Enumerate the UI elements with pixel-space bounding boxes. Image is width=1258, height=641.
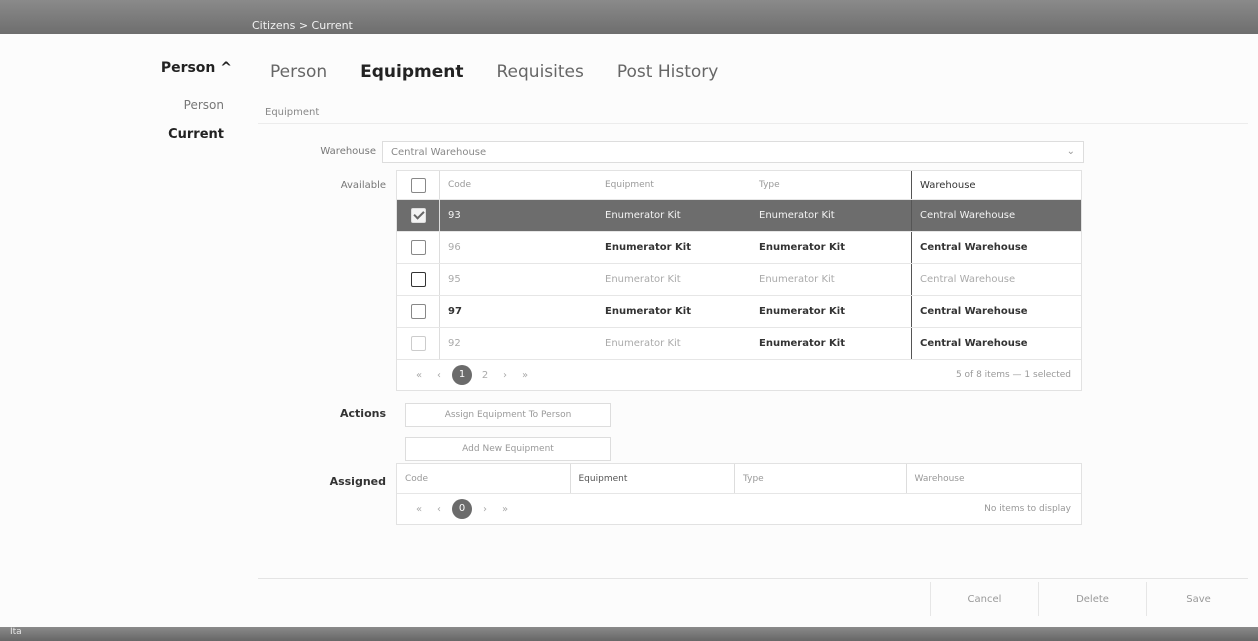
top-bar: Citizens > Current	[0, 0, 1258, 34]
cell-equipment: Enumerator Kit	[605, 242, 691, 253]
nav-item-current[interactable]: Current	[168, 127, 224, 142]
pager-next-button[interactable]: ›	[475, 504, 495, 515]
divider	[258, 123, 1248, 124]
column-header-equipment[interactable]: Equipment	[597, 171, 751, 199]
cell-warehouse: Central Warehouse	[911, 328, 1081, 359]
column-header-equipment[interactable]: Equipment	[569, 464, 735, 493]
row-checkbox[interactable]	[410, 208, 426, 223]
select-all-checkbox[interactable]	[410, 177, 426, 193]
row-checkbox-cell	[397, 240, 439, 255]
table-row[interactable]: 93 Enumerator Kit Enumerator Kit Central…	[397, 200, 1081, 232]
table-header: Code Equipment Type Warehouse	[397, 171, 1081, 200]
table-row[interactable]: 96 Enumerator Kit Enumerator Kit Central…	[397, 232, 1081, 264]
column-header-warehouse[interactable]: Warehouse	[911, 171, 1081, 199]
assigned-label: Assigned	[329, 475, 386, 488]
pager-page-2[interactable]: 2	[475, 370, 495, 381]
warehouse-label: Warehouse	[320, 146, 376, 157]
cell-equipment: Enumerator Kit	[605, 306, 691, 317]
pager-current-page[interactable]: 1	[452, 365, 472, 385]
cell-warehouse: Central Warehouse	[911, 264, 1081, 295]
add-equipment-button[interactable]: Add New Equipment	[405, 437, 611, 461]
column-header-type[interactable]: Type	[734, 464, 906, 493]
nav-section-person[interactable]: Person ^	[161, 60, 232, 76]
available-pager: « ‹ 1 2 › » 5 of 8 items — 1 selected	[397, 360, 1081, 390]
pager-info: No items to display	[984, 504, 1071, 514]
pager-info: 5 of 8 items — 1 selected	[955, 370, 1071, 380]
cell-code: 96	[439, 232, 597, 263]
cell-code: 92	[439, 328, 597, 359]
row-checkbox[interactable]	[410, 304, 426, 319]
table-row[interactable]: 95 Enumerator Kit Enumerator Kit Central…	[397, 264, 1081, 296]
breadcrumb[interactable]: Citizens > Current	[252, 19, 353, 32]
cell-type: Enumerator Kit	[759, 274, 835, 285]
row-checkbox[interactable]	[410, 336, 426, 351]
bottom-bar	[0, 627, 1258, 641]
pager-next-button[interactable]: ›	[495, 370, 515, 381]
cell-code: 93	[439, 200, 597, 231]
pager-last-button[interactable]: »	[515, 370, 535, 381]
warehouse-select[interactable]: Central Warehouse ⌄	[382, 141, 1084, 163]
column-header-warehouse[interactable]: Warehouse	[905, 464, 1081, 493]
row-checkbox-cell	[397, 336, 439, 351]
delete-button[interactable]: Delete	[1038, 582, 1146, 616]
column-header-code[interactable]: Code	[439, 171, 597, 199]
tab-post-history[interactable]: Post History	[617, 62, 718, 82]
warehouse-value: Central Warehouse	[391, 147, 487, 158]
cancel-button[interactable]: Cancel	[930, 582, 1038, 616]
cell-equipment: Enumerator Kit	[605, 338, 681, 349]
cell-code: 97	[439, 296, 597, 327]
save-button[interactable]: Save	[1146, 582, 1250, 616]
table-row[interactable]: 92 Enumerator Kit Enumerator Kit Central…	[397, 328, 1081, 360]
table-row[interactable]: 97 Enumerator Kit Enumerator Kit Central…	[397, 296, 1081, 328]
row-checkbox-cell	[397, 208, 439, 223]
column-header-type[interactable]: Type	[751, 171, 911, 199]
tab-requisites[interactable]: Requisites	[497, 62, 584, 82]
cell-type: Enumerator Kit	[759, 338, 845, 349]
cell-warehouse: Central Warehouse	[911, 200, 1081, 231]
select-all-cell	[397, 177, 439, 193]
pager-last-button[interactable]: »	[495, 504, 515, 515]
pager-current-page[interactable]: 0	[452, 499, 472, 519]
cell-type: Enumerator Kit	[759, 242, 845, 253]
tab-bar: Person Equipment Requisites Post History	[270, 62, 718, 82]
cell-type: Enumerator Kit	[759, 306, 845, 317]
pager-first-button[interactable]: «	[409, 504, 429, 515]
available-label: Available	[340, 180, 386, 191]
corner-text: Ita	[10, 627, 22, 637]
assign-equipment-button[interactable]: Assign Equipment To Person	[405, 403, 611, 427]
row-checkbox[interactable]	[410, 272, 426, 287]
row-checkbox-cell	[397, 272, 439, 287]
cell-code: 95	[439, 264, 597, 295]
section-subtitle: Equipment	[265, 107, 320, 118]
footer-divider	[258, 578, 1248, 579]
assigned-table: Code Equipment Type Warehouse « ‹ 0 › » …	[396, 463, 1082, 525]
table-header: Code Equipment Type Warehouse	[397, 464, 1081, 494]
pager-prev-button[interactable]: ‹	[429, 370, 449, 381]
cell-type: Enumerator Kit	[759, 210, 835, 221]
pager-prev-button[interactable]: ‹	[429, 504, 449, 515]
row-checkbox[interactable]	[410, 240, 426, 255]
assigned-pager: « ‹ 0 › » No items to display	[397, 494, 1081, 524]
cell-warehouse: Central Warehouse	[911, 296, 1081, 327]
column-header-code[interactable]: Code	[397, 474, 570, 484]
row-checkbox-cell	[397, 304, 439, 319]
nav-item-person[interactable]: Person	[184, 98, 224, 112]
chevron-down-icon[interactable]: ⌄	[1067, 146, 1075, 157]
tab-equipment[interactable]: Equipment	[360, 62, 463, 82]
available-table: Code Equipment Type Warehouse 93 Enumera…	[396, 170, 1082, 391]
cell-warehouse: Central Warehouse	[911, 232, 1081, 263]
pager-first-button[interactable]: «	[409, 370, 429, 381]
actions-label: Actions	[340, 407, 386, 420]
cell-equipment: Enumerator Kit	[605, 274, 681, 285]
cell-equipment: Enumerator Kit	[605, 210, 681, 221]
tab-person[interactable]: Person	[270, 62, 327, 82]
